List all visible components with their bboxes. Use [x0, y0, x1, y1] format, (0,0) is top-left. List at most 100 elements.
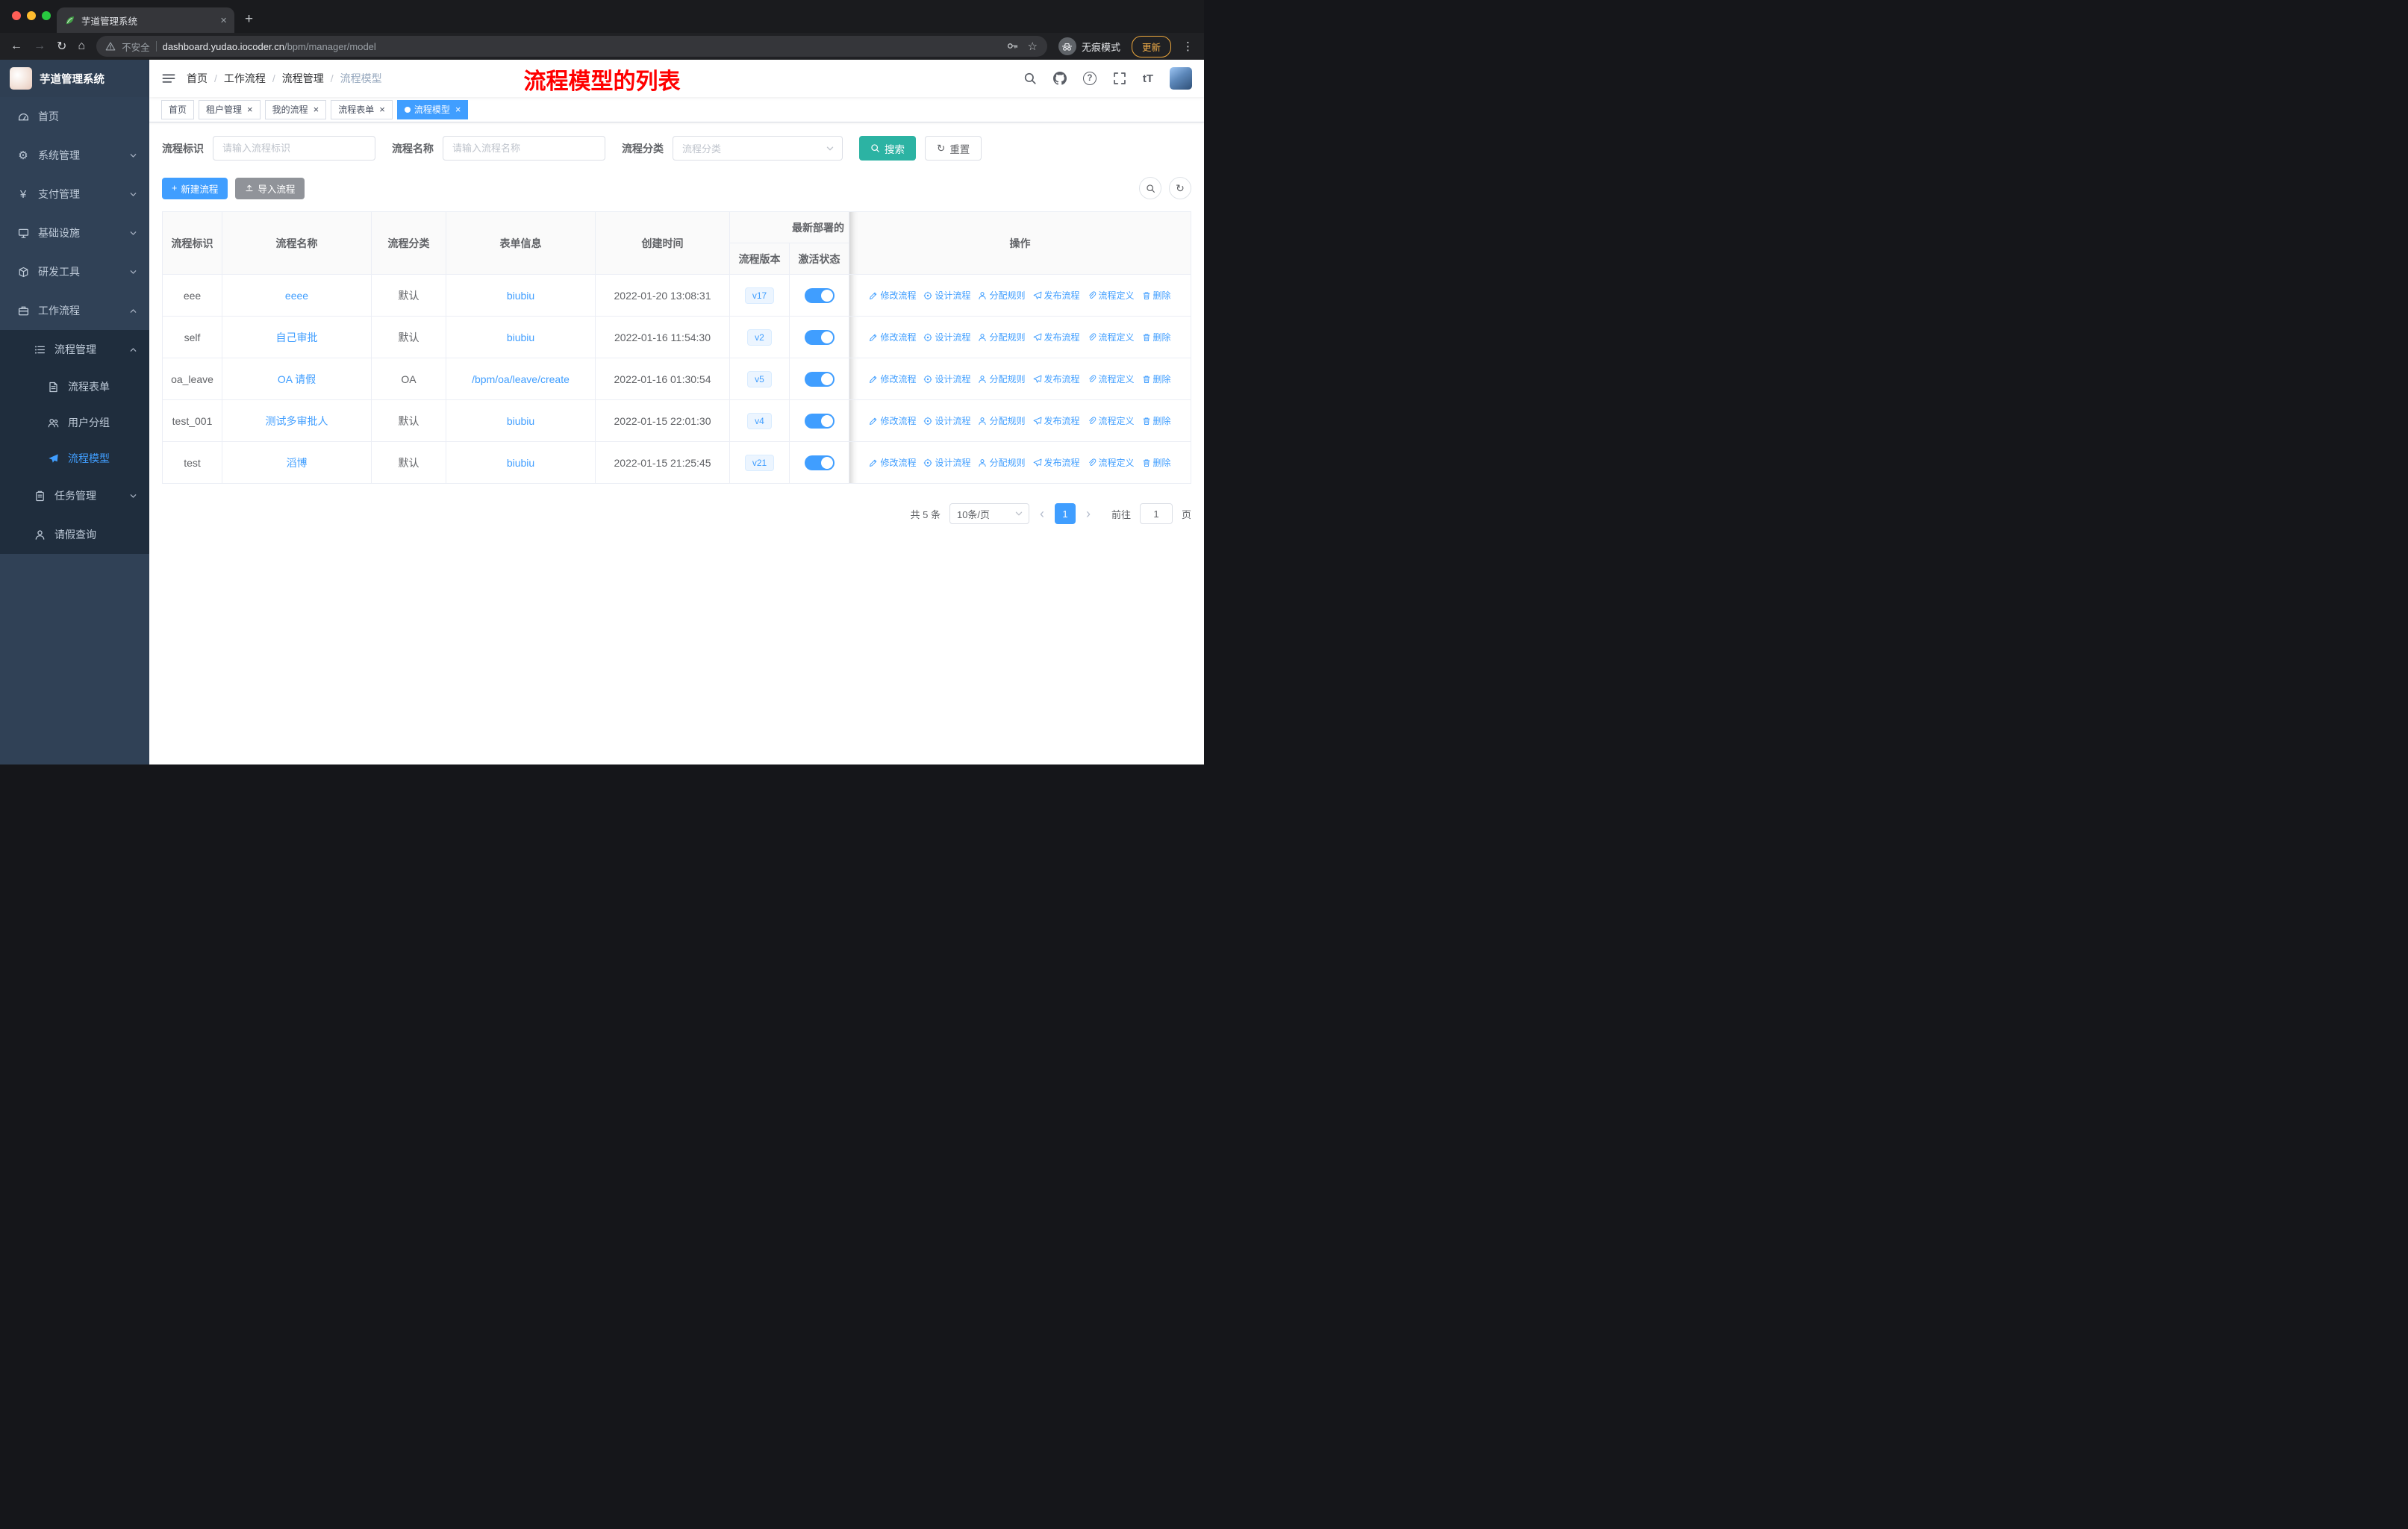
op-definition-button[interactable]: 流程定义: [1088, 331, 1135, 343]
refresh-button[interactable]: ↻: [1169, 177, 1191, 199]
tag-process-model[interactable]: 流程模型 ×: [396, 99, 469, 119]
minimize-window-button[interactable]: [27, 11, 36, 20]
app-logo[interactable]: 芋道管理系统: [0, 60, 149, 97]
category-select[interactable]: 流程分类: [673, 136, 843, 161]
zoom-window-button[interactable]: [42, 11, 51, 20]
new-tab-button[interactable]: +: [245, 11, 253, 28]
process-name-link[interactable]: OA 请假: [278, 373, 316, 385]
tag-my-process[interactable]: 我的流程 ×: [264, 99, 327, 119]
reset-button[interactable]: ↻ 重置: [925, 136, 982, 161]
goto-input[interactable]: [1139, 503, 1173, 524]
update-button[interactable]: 更新: [1131, 35, 1171, 57]
op-delete-button[interactable]: 删除: [1142, 456, 1171, 469]
search-icon[interactable]: [1023, 72, 1037, 85]
op-modify-button[interactable]: 修改流程: [869, 373, 916, 385]
op-definition-button[interactable]: 流程定义: [1088, 414, 1135, 427]
op-modify-button[interactable]: 修改流程: [869, 331, 916, 343]
sidebar-item-task-management[interactable]: 任务管理: [0, 476, 149, 515]
close-window-button[interactable]: [12, 11, 21, 20]
op-delete-button[interactable]: 删除: [1142, 331, 1171, 343]
op-assign-button[interactable]: 分配规则: [978, 414, 1026, 427]
page-number[interactable]: 1: [1054, 503, 1076, 524]
op-delete-button[interactable]: 删除: [1142, 414, 1171, 427]
font-size-icon[interactable]: tT: [1143, 72, 1153, 85]
menu-dots-icon[interactable]: ⋮: [1182, 40, 1194, 53]
github-icon[interactable]: [1053, 72, 1067, 85]
op-modify-button[interactable]: 修改流程: [869, 414, 916, 427]
op-publish-button[interactable]: 发布流程: [1033, 289, 1080, 302]
process-name-input[interactable]: [443, 136, 605, 161]
op-assign-button[interactable]: 分配规则: [978, 373, 1026, 385]
reload-button[interactable]: ↻: [57, 39, 66, 54]
op-design-button[interactable]: 设计流程: [923, 414, 970, 427]
close-icon[interactable]: ×: [379, 105, 385, 114]
forward-button[interactable]: →: [34, 40, 46, 53]
op-design-button[interactable]: 设计流程: [923, 331, 970, 343]
browser-tab[interactable]: 芋道管理系统 ×: [57, 7, 234, 33]
back-button[interactable]: ←: [10, 40, 22, 53]
process-name-link[interactable]: 滔博: [287, 457, 308, 469]
sidebar-item-payment[interactable]: ¥ 支付管理: [0, 175, 149, 214]
op-publish-button[interactable]: 发布流程: [1033, 331, 1080, 343]
op-publish-button[interactable]: 发布流程: [1033, 373, 1080, 385]
op-design-button[interactable]: 设计流程: [923, 456, 970, 469]
op-design-button[interactable]: 设计流程: [923, 289, 970, 302]
sidebar-item-workflow[interactable]: 工作流程: [0, 291, 149, 330]
avatar[interactable]: [1170, 67, 1192, 90]
op-definition-button[interactable]: 流程定义: [1088, 456, 1135, 469]
key-icon[interactable]: [1007, 40, 1018, 53]
process-name-link[interactable]: eeee: [285, 290, 308, 302]
process-id-input[interactable]: [213, 136, 375, 161]
breadcrumb-item[interactable]: 首页: [187, 71, 208, 86]
op-assign-button[interactable]: 分配规则: [978, 289, 1026, 302]
status-toggle[interactable]: [804, 413, 835, 429]
search-button[interactable]: 搜索: [859, 136, 916, 161]
next-page-button[interactable]: ›: [1085, 506, 1092, 522]
op-assign-button[interactable]: 分配规则: [978, 331, 1026, 343]
toggle-search-button[interactable]: [1139, 177, 1161, 199]
tag-tenant[interactable]: 租户管理 ×: [199, 99, 261, 119]
sidebar-item-process-model[interactable]: 流程模型: [0, 440, 149, 476]
sidebar-item-process-form[interactable]: 流程表单: [0, 369, 149, 405]
op-publish-button[interactable]: 发布流程: [1033, 414, 1080, 427]
op-modify-button[interactable]: 修改流程: [869, 289, 916, 302]
form-link[interactable]: biubiu: [507, 331, 534, 343]
help-icon[interactable]: ?: [1082, 72, 1097, 85]
op-design-button[interactable]: 设计流程: [923, 373, 970, 385]
create-process-button[interactable]: + 新建流程: [162, 177, 228, 199]
close-icon[interactable]: ×: [314, 105, 319, 114]
sidebar-item-home[interactable]: 首页: [0, 97, 149, 136]
breadcrumb-item[interactable]: 流程管理: [282, 71, 324, 86]
tag-home[interactable]: 首页: [161, 99, 195, 119]
import-process-button[interactable]: 导入流程: [235, 177, 305, 199]
sidebar-item-system[interactable]: ⚙ 系统管理: [0, 136, 149, 175]
form-link[interactable]: biubiu: [507, 290, 534, 302]
sidebar-item-process-management[interactable]: 流程管理: [0, 330, 149, 369]
form-link[interactable]: biubiu: [507, 415, 534, 427]
close-icon[interactable]: ×: [247, 105, 253, 114]
op-assign-button[interactable]: 分配规则: [978, 456, 1026, 469]
status-toggle[interactable]: [804, 287, 835, 303]
status-toggle[interactable]: [804, 455, 835, 470]
home-button[interactable]: ⌂: [78, 40, 85, 53]
form-link[interactable]: biubiu: [507, 457, 534, 469]
breadcrumb-item[interactable]: 工作流程: [224, 71, 266, 86]
op-publish-button[interactable]: 发布流程: [1033, 456, 1080, 469]
close-icon[interactable]: ×: [455, 105, 461, 114]
tag-process-form[interactable]: 流程表单 ×: [331, 99, 393, 119]
op-modify-button[interactable]: 修改流程: [869, 456, 916, 469]
hamburger-icon[interactable]: [161, 71, 176, 86]
star-icon[interactable]: ☆: [1028, 40, 1038, 53]
sidebar-item-devtools[interactable]: 研发工具: [0, 252, 149, 291]
sidebar-item-leave-query[interactable]: 请假查询: [0, 515, 149, 554]
sidebar-item-user-group[interactable]: 用户分组: [0, 405, 149, 440]
op-definition-button[interactable]: 流程定义: [1088, 373, 1135, 385]
process-name-link[interactable]: 测试多审批人: [266, 415, 328, 427]
op-definition-button[interactable]: 流程定义: [1088, 289, 1135, 302]
sidebar-item-infrastructure[interactable]: 基础设施: [0, 214, 149, 252]
prev-page-button[interactable]: ‹: [1038, 506, 1046, 522]
fullscreen-icon[interactable]: [1113, 72, 1126, 85]
op-delete-button[interactable]: 删除: [1142, 289, 1171, 302]
status-toggle[interactable]: [804, 329, 835, 345]
form-link[interactable]: /bpm/oa/leave/create: [472, 373, 570, 385]
